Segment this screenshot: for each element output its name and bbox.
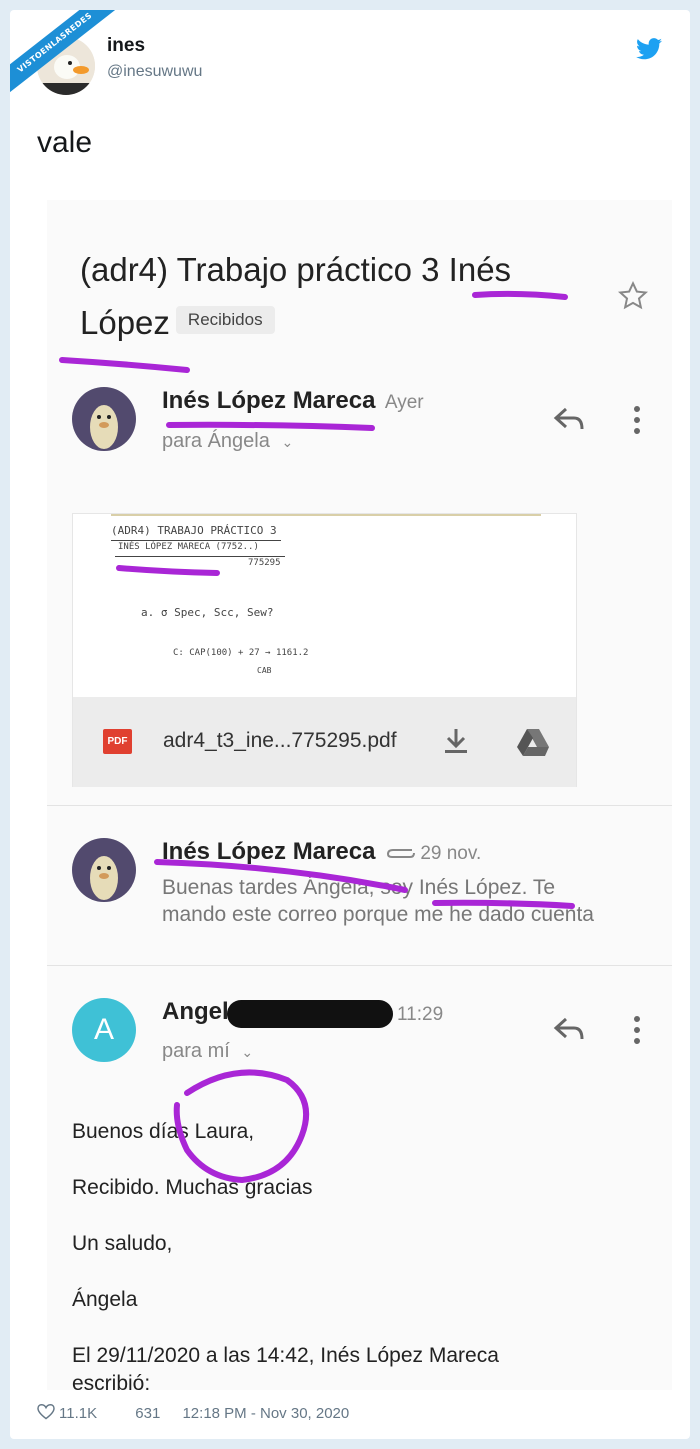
tweet-text: vale (37, 126, 93, 159)
tweet-author-name[interactable]: ines (107, 35, 145, 57)
reply-count[interactable]: 631 (135, 1405, 160, 1422)
twitter-bird-icon[interactable] (636, 38, 662, 60)
tweet-timestamp[interactable]: 12:18 PM - Nov 30, 2020 (182, 1405, 349, 1422)
heart-icon (37, 1403, 55, 1424)
like-count: 11.1K (59, 1404, 98, 1422)
like-button[interactable]: 11.1K (37, 1403, 101, 1424)
gmail-screenshot: (adr4) Trabajo práctico 3 Inés López Reci… (47, 200, 672, 1390)
highlighter-annotations (59, 290, 575, 1184)
tweet-footer: 11.1K 631 12:18 PM - Nov 30, 2020 (37, 1403, 349, 1424)
tweet-author-handle[interactable]: @inesuwuwu (107, 63, 202, 81)
tweet-card: VISTOENLASREDES ines @inesuwuwu vale (ad… (10, 10, 690, 1439)
